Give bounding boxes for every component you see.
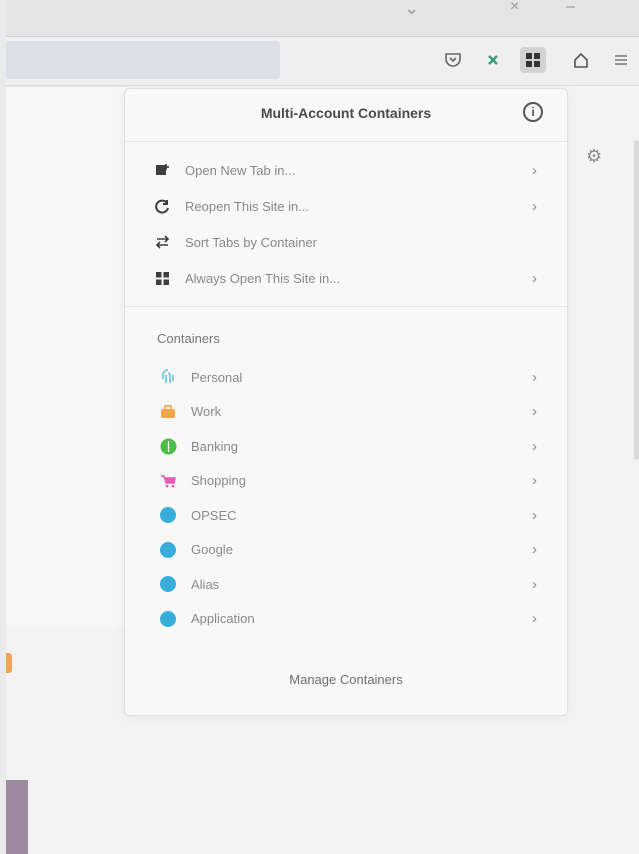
- toolbar: [6, 37, 639, 86]
- gear-icon[interactable]: ⚙: [586, 146, 602, 167]
- circle-icon: [159, 575, 177, 593]
- menu-item-open-new-tab[interactable]: Open New Tab in... ›: [125, 152, 567, 188]
- url-bar[interactable]: [6, 41, 280, 79]
- circle-icon: [159, 610, 177, 628]
- container-item-work[interactable]: Work ›: [125, 395, 567, 430]
- panel-menu: Open New Tab in... › Reopen This Site in…: [125, 142, 567, 307]
- close-icon[interactable]: ×: [510, 0, 519, 16]
- side-tab-marker: [6, 653, 12, 673]
- chevron-right-icon: ›: [532, 161, 537, 179]
- chevron-right-icon: ›: [532, 472, 537, 490]
- minimize-icon[interactable]: –: [566, 0, 575, 16]
- container-item-application[interactable]: Application ›: [125, 602, 567, 637]
- sort-icon: [153, 233, 171, 251]
- dollar-icon: [159, 437, 177, 455]
- chevron-right-icon: ›: [532, 575, 537, 593]
- briefcase-icon: [159, 403, 177, 421]
- menu-icon[interactable]: [608, 47, 634, 73]
- chevron-right-icon: ›: [532, 506, 537, 524]
- chevron-right-icon: ›: [532, 610, 537, 628]
- container-item-shopping[interactable]: Shopping ›: [125, 464, 567, 499]
- container-item-alias[interactable]: Alias ›: [125, 567, 567, 602]
- container-item-personal[interactable]: Personal ›: [125, 360, 567, 395]
- reopen-icon: [153, 197, 171, 215]
- home-icon[interactable]: [568, 47, 594, 73]
- containers-panel: Multi-Account Containers i Open New Tab …: [124, 88, 568, 716]
- container-item-opsec[interactable]: OPSEC ›: [125, 498, 567, 533]
- page-content: [6, 86, 126, 673]
- thumbnail-image: [6, 780, 28, 854]
- chevron-right-icon: ›: [532, 403, 537, 421]
- panel-title: Multi-Account Containers: [260, 105, 432, 121]
- circle-icon: [159, 541, 177, 559]
- extension-icon[interactable]: [480, 47, 506, 73]
- chevron-right-icon: ›: [532, 269, 537, 287]
- chevron-down-icon[interactable]: ⌄: [404, 0, 419, 19]
- info-icon[interactable]: i: [523, 102, 543, 122]
- fingerprint-icon: [159, 368, 177, 386]
- chevron-right-icon: ›: [532, 368, 537, 386]
- chevron-right-icon: ›: [532, 437, 537, 455]
- container-item-banking[interactable]: Banking ›: [125, 429, 567, 464]
- pocket-icon[interactable]: [440, 47, 466, 73]
- menu-item-reopen-site[interactable]: Reopen This Site in... ›: [125, 188, 567, 224]
- new-tab-icon: [153, 161, 171, 179]
- scrollbar[interactable]: [634, 140, 639, 460]
- browser-window: ⌄ × – ⚙ Multi-Account Containers i Open …: [6, 0, 639, 854]
- container-item-google[interactable]: Google ›: [125, 533, 567, 568]
- containers-heading: Containers: [157, 331, 220, 346]
- circle-icon: [159, 506, 177, 524]
- containers-icon[interactable]: [520, 47, 546, 73]
- chevron-right-icon: ›: [532, 197, 537, 215]
- chevron-right-icon: ›: [532, 541, 537, 559]
- panel-header: Multi-Account Containers i: [125, 89, 567, 142]
- grid-icon: [153, 269, 171, 287]
- menu-item-always-open[interactable]: Always Open This Site in... ›: [125, 260, 567, 296]
- tab-strip: ⌄ × –: [6, 0, 639, 37]
- manage-containers-button[interactable]: Manage Containers: [125, 672, 567, 687]
- cart-icon: [159, 472, 177, 490]
- menu-item-sort-tabs[interactable]: Sort Tabs by Container: [125, 224, 567, 260]
